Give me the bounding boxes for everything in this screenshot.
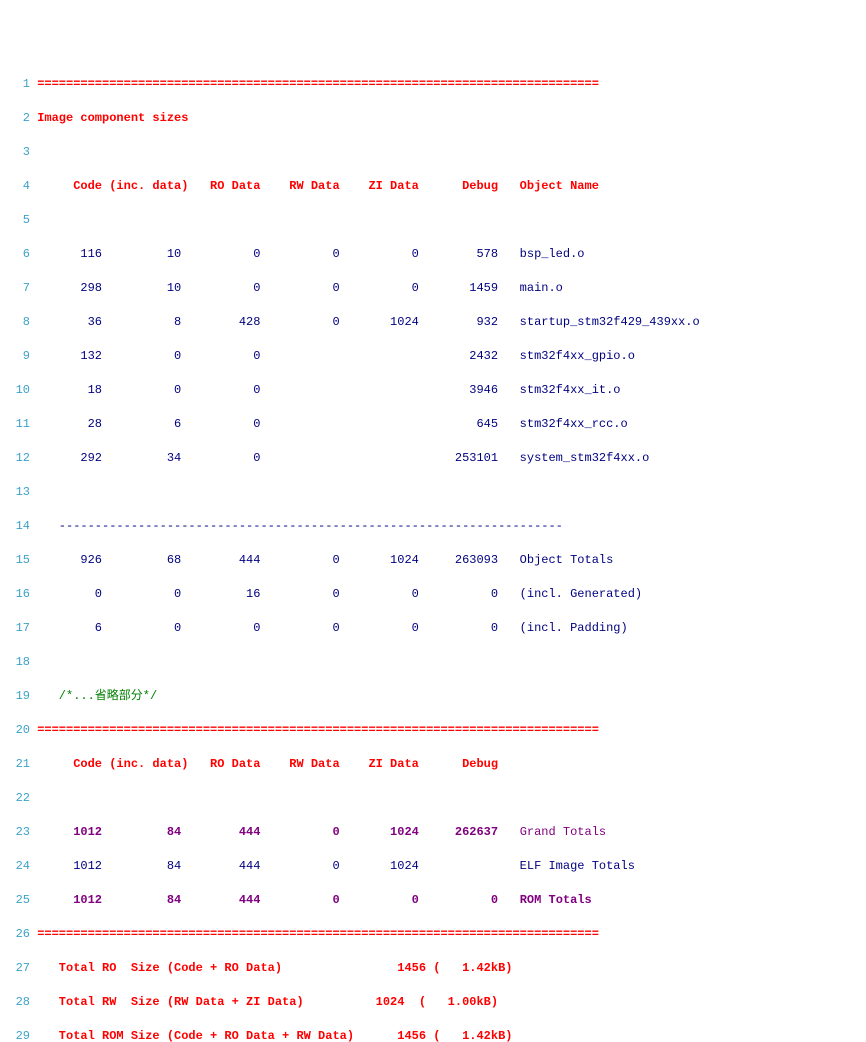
code-line: 23 1012 84 444 0 1024 262637 Grand Total… [8,824,866,841]
code-line: 25 1012 84 444 0 0 0 ROM Totals [8,892,866,909]
footer-text: Total RO Size (Code + RO Data) [30,961,397,975]
table-row: 132 0 0 2432 stm32f4xx_gpio.o [30,349,635,363]
code-line: 27 Total RO Size (Code + RO Data) 1456 (… [8,960,866,977]
code-line: 28 Total RW Size (RW Data + ZI Data) 102… [8,994,866,1011]
code-line: 7 298 10 0 0 0 1459 main.o [8,280,866,297]
code-line: 1 ======================================… [8,76,866,93]
code-line: 6 116 10 0 0 0 578 bsp_led.o [8,246,866,263]
grand-label: Grand Totals [520,825,606,839]
table-header: Code (inc. data) RO Data RW Data ZI Data… [30,179,599,193]
code-line: 3 [8,144,866,161]
code-line: 2 Image component sizes [8,110,866,127]
footer-value: 1456 ( 1.42kB) [397,1029,512,1042]
separator-dash: ----------------------------------------… [30,519,563,533]
table-row: 18 0 0 3946 stm32f4xx_it.o [30,383,621,397]
code-line: 16 0 0 16 0 0 0 (incl. Generated) [8,586,866,603]
code-line: 11 28 6 0 645 stm32f4xx_rcc.o [8,416,866,433]
code-line: 18 [8,654,866,671]
footer-text: Total ROM Size (Code + RO Data + RW Data… [30,1029,397,1042]
grand-row: 1012 84 444 0 1024 262637 [30,825,520,839]
table-row: 116 10 0 0 0 578 bsp_led.o [30,247,585,261]
code-line: 13 [8,484,866,501]
table-row: 292 34 0 253101 system_stm32f4xx.o [30,451,649,465]
code-line: 26 =====================================… [8,926,866,943]
separator: ========================================… [30,723,599,737]
separator: ========================================… [30,927,599,941]
table-header: Code (inc. data) RO Data RW Data ZI Data… [30,757,498,771]
code-line: 8 36 8 428 0 1024 932 startup_stm32f429_… [8,314,866,331]
table-row: 0 0 16 0 0 0 (incl. Generated) [30,587,642,601]
code-line: 15 926 68 444 0 1024 263093 Object Total… [8,552,866,569]
footer-text: Total RW Size (RW Data + ZI Data) 1024 (… [30,995,498,1009]
code-line: 24 1012 84 444 0 1024 ELF Image Totals [8,858,866,875]
code-line: 12 292 34 0 253101 system_stm32f4xx.o [8,450,866,467]
comment: /*...省略部分*/ [30,689,157,703]
code-line: 4 Code (inc. data) RO Data RW Data ZI Da… [8,178,866,195]
table-row: 926 68 444 0 1024 263093 Object Totals [30,553,613,567]
grand-row: 1012 84 444 0 1024 ELF Image Totals [30,859,635,873]
code-line: 21 Code (inc. data) RO Data RW Data ZI D… [8,756,866,773]
code-line: 17 6 0 0 0 0 0 (incl. Padding) [8,620,866,637]
grand-label: ROM Totals [520,893,592,907]
code-line: 29 Total ROM Size (Code + RO Data + RW D… [8,1028,866,1042]
footer-value: 1456 ( 1.42kB) [397,961,512,975]
code-line: 5 [8,212,866,229]
table-row: 28 6 0 645 stm32f4xx_rcc.o [30,417,628,431]
table-row: 6 0 0 0 0 0 (incl. Padding) [30,621,628,635]
code-line: 9 132 0 0 2432 stm32f4xx_gpio.o [8,348,866,365]
table-row: 298 10 0 0 0 1459 main.o [30,281,563,295]
section-title: Image component sizes [30,111,188,125]
code-line: 10 18 0 0 3946 stm32f4xx_it.o [8,382,866,399]
code-line: 19 /*...省略部分*/ [8,688,866,705]
code-line: 22 [8,790,866,807]
grand-row: 1012 84 444 0 0 0 [30,893,520,907]
separator: ========================================… [30,77,599,91]
table-row: 36 8 428 0 1024 932 startup_stm32f429_43… [30,315,700,329]
code-line: 20 =====================================… [8,722,866,739]
